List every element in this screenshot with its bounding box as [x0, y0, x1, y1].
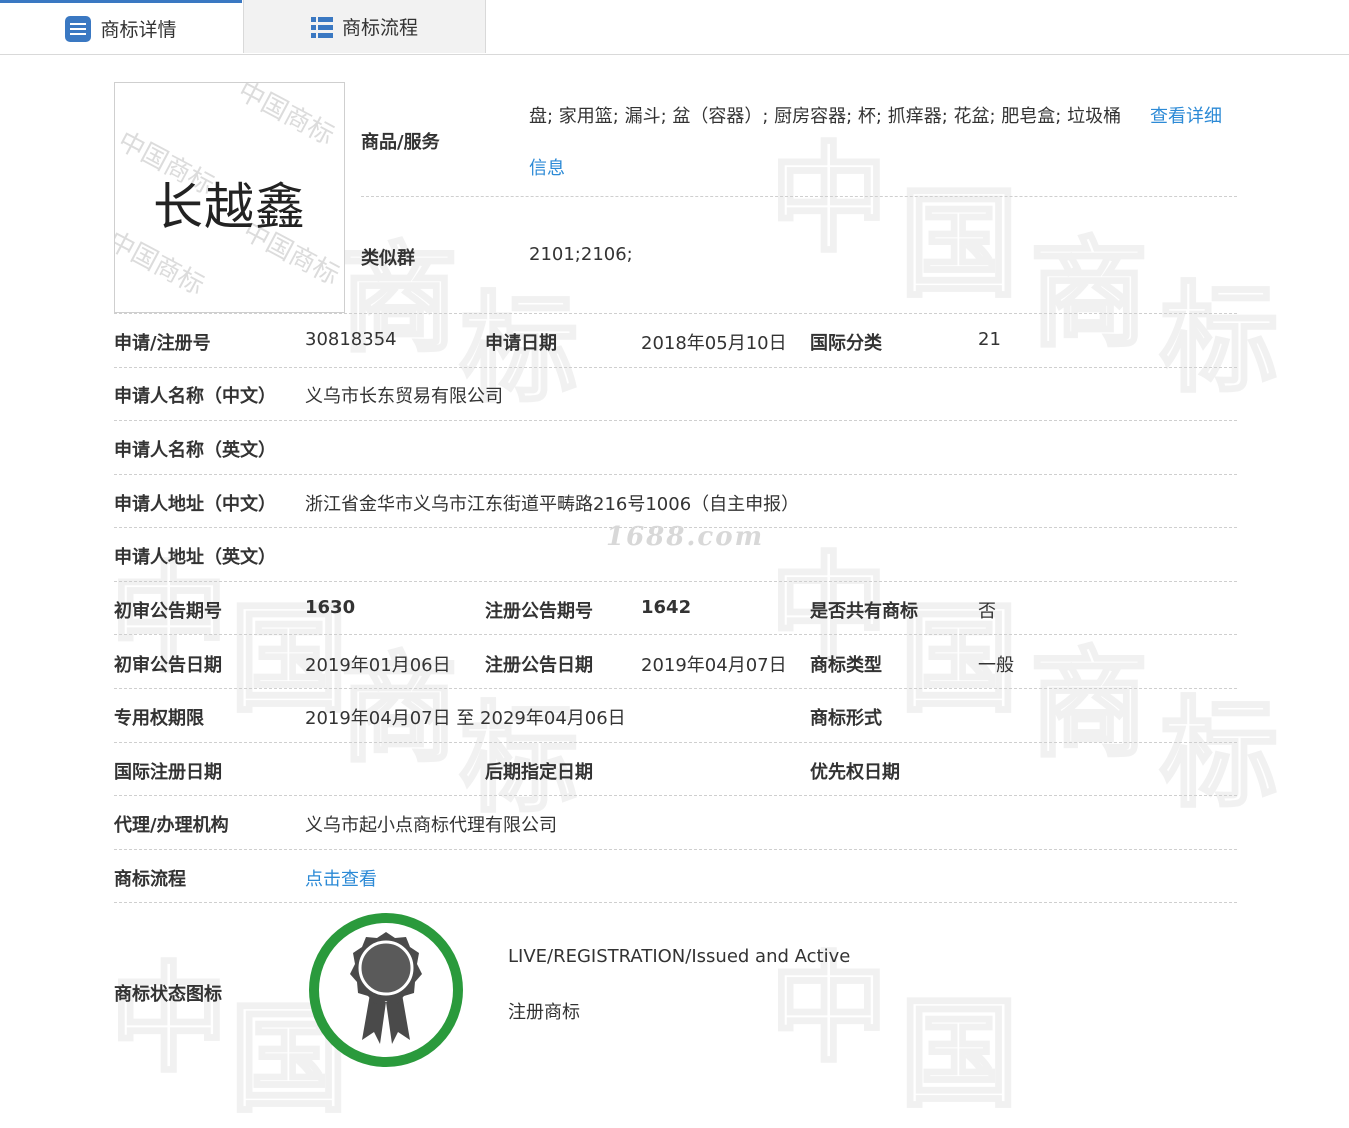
flow-label: 商标流程	[114, 869, 186, 890]
priority-date-label: 优先权日期	[810, 762, 900, 783]
divider	[114, 688, 1237, 689]
list-icon	[310, 16, 333, 38]
divider	[114, 313, 1237, 314]
applicant-cn-value: 义乌市长东贸易有限公司	[305, 386, 503, 407]
watermark-glyph: 中	[108, 950, 229, 1088]
goods-value: 盘; 家用篮; 漏斗; 盆（容器）; 厨房容器; 杯; 抓痒器; 花盆; 肥皂盒…	[529, 106, 1122, 127]
intl-class-label: 国际分类	[810, 333, 882, 354]
registered-medal-icon	[309, 913, 463, 1067]
divider	[114, 742, 1237, 743]
divider	[114, 581, 1237, 582]
divider	[114, 474, 1237, 475]
address-cn-value: 浙江省金华市义乌市江东街道平畴路216号1006（自主申报）	[305, 494, 800, 515]
similar-group-value: 2101;2106;	[529, 244, 633, 265]
term-value: 2019年04月07日 至 2029年04月06日	[305, 708, 626, 729]
goods-label: 商品/服务	[361, 132, 440, 153]
trademark-image: 中国商标 中国商标 中国商标 中国商标 长越鑫	[114, 82, 345, 313]
reg-pub-date-value: 2019年04月07日	[641, 655, 787, 676]
tab-label: 商标详情	[100, 19, 177, 41]
prelim-date-label: 初审公告日期	[114, 655, 222, 676]
reg-pub-date-label: 注册公告日期	[485, 655, 593, 676]
divider	[114, 849, 1237, 850]
agent-value: 义乌市起小点商标代理有限公司	[305, 815, 557, 836]
reg-pub-no-value: 1642	[641, 597, 692, 618]
document-icon	[65, 15, 92, 42]
divider	[114, 420, 1237, 421]
intl-class-value: 21	[978, 329, 1001, 350]
watermark-glyph: 商	[1028, 635, 1149, 773]
watermark-glyph: 国	[898, 985, 1019, 1123]
prelim-no-label: 初审公告期号	[114, 601, 222, 622]
later-date-label: 后期指定日期	[485, 762, 593, 783]
trademark-name: 长越鑫	[153, 178, 306, 236]
term-label: 专用权期限	[114, 708, 204, 729]
tm-form-label: 商标形式	[810, 708, 882, 729]
app-date-value: 2018年05月10日	[641, 333, 787, 354]
agent-label: 代理/办理机构	[114, 815, 229, 836]
prelim-date-value: 2019年01月06日	[305, 655, 451, 676]
shared-value: 否	[978, 601, 996, 622]
watermark-glyph: 商	[1028, 225, 1149, 363]
divider	[114, 634, 1237, 635]
tm-type-label: 商标类型	[810, 655, 882, 676]
reg-no-label: 申请/注册号	[114, 333, 211, 354]
divider	[114, 795, 1237, 796]
reg-no-value: 30818354	[305, 329, 397, 350]
site-watermark: 1688.com	[606, 522, 765, 552]
similar-group-label: 类似群	[361, 248, 415, 269]
divider	[114, 902, 1237, 903]
tab-trademark-details[interactable]: 商标详情	[0, 0, 242, 54]
intl-reg-date-label: 国际注册日期	[114, 762, 222, 783]
divider	[361, 196, 1237, 197]
address-en-label: 申请人地址（英文）	[114, 547, 276, 568]
view-details-link-cont[interactable]: 信息	[529, 154, 565, 180]
status-cn: 注册商标	[508, 1002, 580, 1023]
applicant-en-label: 申请人名称（英文）	[114, 440, 276, 461]
status-icon-label: 商标状态图标	[114, 984, 222, 1005]
logo-watermark: 中国商标	[232, 82, 339, 152]
watermark-glyph: 国	[898, 175, 1019, 313]
app-date-label: 申请日期	[485, 333, 557, 354]
watermark-glyph: 标	[1158, 270, 1279, 408]
watermark-glyph: 中	[768, 130, 889, 268]
reg-pub-no-label: 注册公告期号	[485, 601, 593, 622]
status-en: LIVE/REGISTRATION/Issued and Active	[508, 946, 851, 967]
prelim-no-value: 1630	[305, 597, 356, 618]
view-details-link[interactable]: 查看详细	[1150, 102, 1222, 128]
tm-type-value: 一般	[978, 655, 1014, 676]
applicant-cn-label: 申请人名称（中文）	[114, 386, 276, 407]
tab-label: 商标流程	[341, 17, 418, 39]
flow-view-link[interactable]: 点击查看	[305, 865, 377, 891]
watermark-glyph: 中	[768, 940, 889, 1078]
tab-trademark-flow[interactable]: 商标流程	[243, 0, 486, 53]
tab-bar: 商标详情 商标流程	[0, 0, 1349, 55]
divider	[114, 367, 1237, 368]
shared-label: 是否共有商标	[810, 601, 918, 622]
address-cn-label: 申请人地址（中文）	[114, 494, 276, 515]
